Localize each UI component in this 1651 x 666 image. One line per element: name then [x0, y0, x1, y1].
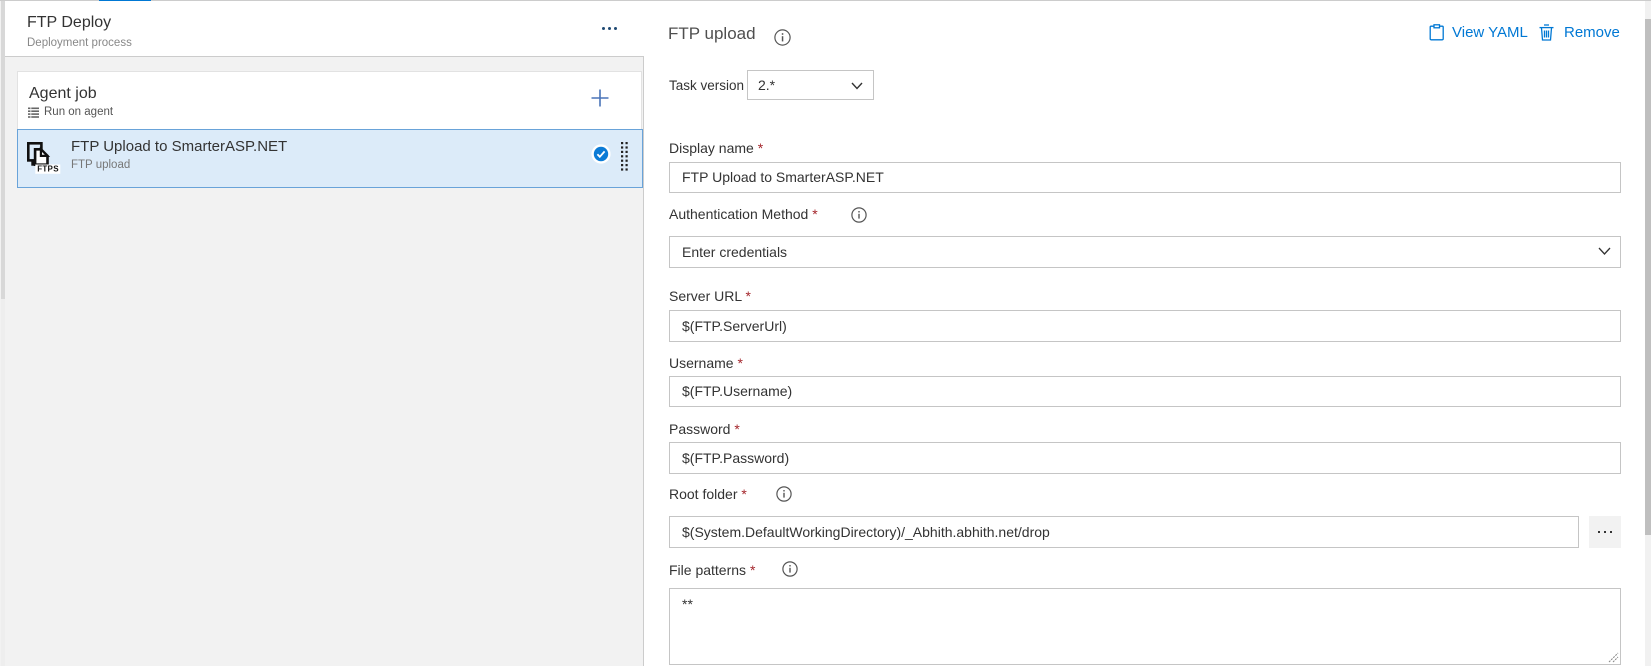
svg-text:FTPS: FTPS	[37, 164, 59, 173]
